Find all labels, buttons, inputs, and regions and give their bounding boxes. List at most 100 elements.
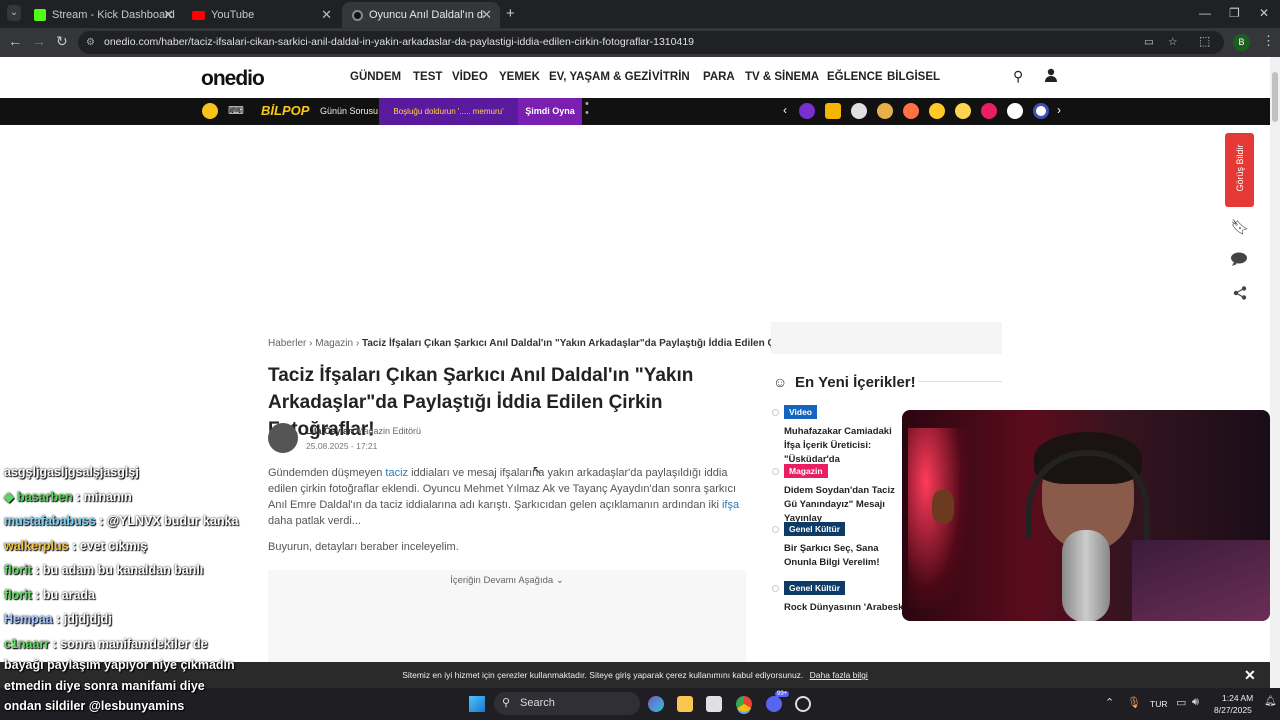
close-tab-icon[interactable]: ✕: [321, 7, 332, 23]
publish-date: 25.08.2025 - 17:21: [306, 441, 378, 451]
extensions-icon[interactable]: ⬚: [1199, 34, 1210, 48]
smiley-icon[interactable]: [202, 103, 218, 119]
file-explorer-icon[interactable]: [677, 696, 693, 712]
clock-date[interactable]: 8/27/2025: [1214, 705, 1252, 715]
profile-avatar[interactable]: B: [1233, 34, 1250, 51]
restore-icon[interactable]: ❐: [1229, 6, 1240, 20]
reload-icon[interactable]: ↻: [56, 33, 68, 50]
breadcrumb-haberler[interactable]: Haberler: [268, 338, 306, 349]
page-scrollbar[interactable]: [1270, 57, 1280, 688]
chevron-left-icon[interactable]: ‹: [783, 103, 787, 117]
user-icon[interactable]: [1045, 68, 1057, 82]
nav-video[interactable]: VİDEO: [452, 71, 488, 83]
forward-icon[interactable]: →: [32, 33, 46, 49]
nav-para[interactable]: PARA: [703, 71, 735, 83]
author-separator: -: [350, 426, 353, 436]
share-icon[interactable]: [1227, 283, 1253, 309]
ifsa-link[interactable]: ifşa: [722, 499, 739, 511]
tab-youtube[interactable]: YouTube ✕: [182, 2, 340, 28]
nav-tv-sinema[interactable]: TV & SİNEMA: [745, 71, 819, 83]
tab-onedio-article[interactable]: Oyuncu Anıl Daldal'ın da Adı Ta ✕: [342, 2, 500, 28]
blanket: [1132, 540, 1270, 621]
sidebar-item-title[interactable]: Didem Soydan'dan Taciz Gü Yanındayız" Me…: [784, 484, 904, 526]
badge-genel-kultur[interactable]: Genel Kültür: [784, 581, 846, 595]
microsoft-store-icon[interactable]: [706, 696, 722, 712]
close-tab-icon[interactable]: ✕: [163, 7, 174, 23]
close-cookie-icon[interactable]: ✕: [1244, 662, 1256, 688]
nav-bilgisel[interactable]: BİLGİSEL: [887, 71, 940, 83]
blank-prompt[interactable]: Boşluğu doldurun '..... memuru': [379, 98, 518, 125]
continue-label[interactable]: İçeriğin Devamı Aşağıda: [450, 575, 553, 586]
sidebar-ad-slot: [771, 322, 1002, 354]
badge-genel-kultur[interactable]: Genel Kültür: [784, 522, 846, 536]
site-info-icon[interactable]: ⚙: [86, 31, 95, 54]
new-tab-icon[interactable]: +: [506, 5, 515, 22]
nav-test[interactable]: TEST: [413, 71, 442, 83]
chevron-down-icon: ⌄: [555, 575, 564, 586]
author-avatar[interactable]: [268, 423, 298, 453]
install-app-icon[interactable]: ▭: [1144, 31, 1154, 54]
close-tab-icon[interactable]: ✕: [481, 7, 492, 23]
nav-ev-yasam-gezi[interactable]: EV, YAŞAM & GEZİ: [549, 71, 651, 83]
nav-eglence[interactable]: EĞLENCE: [827, 71, 883, 83]
laughing-face-icon[interactable]: [955, 103, 971, 119]
chevron-right-icon[interactable]: ›: [1057, 103, 1061, 117]
windows-start-icon[interactable]: [469, 696, 485, 712]
notifications-icon[interactable]: 🔔︎: [1264, 696, 1277, 707]
sidebar-item-title[interactable]: Muhafazakar Camiadaki İfşa İçerik Üretic…: [784, 425, 904, 467]
game-icon-5[interactable]: [981, 103, 997, 119]
comments-icon[interactable]: [1227, 249, 1253, 275]
onedio-logo[interactable]: onedio: [201, 67, 265, 91]
nav-vitrin[interactable]: VİTRİN: [652, 71, 690, 83]
cookie-more-link[interactable]: Daha fazla bilgi: [810, 670, 868, 680]
breadcrumb-magazin[interactable]: Magazin: [315, 338, 353, 349]
bookmark-star-icon[interactable]: ☆: [1168, 31, 1177, 54]
taciz-link[interactable]: taciz: [385, 467, 408, 479]
input-language[interactable]: TUR: [1150, 699, 1167, 709]
copilot-icon[interactable]: [648, 696, 664, 712]
scrollbar-thumb[interactable]: [1272, 72, 1278, 122]
back-icon[interactable]: ←: [8, 33, 22, 49]
game-icon-6[interactable]: [1007, 103, 1023, 119]
game-icon-2[interactable]: [825, 103, 841, 119]
game-icon-1[interactable]: [799, 103, 815, 119]
menu-kebab-icon[interactable]: ⋮: [1262, 33, 1275, 49]
game-icon-7[interactable]: [1033, 103, 1049, 119]
microphone-icon[interactable]: 🎙︎: [1127, 696, 1141, 709]
chrome-icon[interactable]: [736, 696, 752, 712]
intro-text: daha patlak verdi...: [268, 515, 361, 527]
bookmark-icon[interactable]: 🔖︎: [1227, 215, 1253, 241]
address-bar[interactable]: ⚙ onedio.com/haber/taciz-ifsalari-cikan-…: [78, 31, 1224, 54]
author-name[interactable]: Lila Ceylan: [306, 426, 354, 436]
clock-time[interactable]: 1:24 AM: [1222, 693, 1253, 703]
article-outro: Buyurun, detayları beraber inceleyelim.: [268, 541, 459, 553]
taskbar-search[interactable]: ⚲ Search: [494, 692, 640, 715]
game-controller-icon[interactable]: ⌨: [228, 104, 244, 117]
search-icon[interactable]: ⚲: [1013, 68, 1023, 85]
game-icon-4[interactable]: [877, 103, 893, 119]
tab-kick-dashboard[interactable]: Stream - Kick Dashboard ✕: [24, 2, 182, 28]
sidebar-item-title[interactable]: Bir Şarkıcı Seç, Sana Onunla Bilgi Verel…: [784, 542, 904, 570]
close-window-icon[interactable]: ✕: [1259, 6, 1269, 20]
chevron-up-icon[interactable]: ⌃: [1105, 696, 1114, 709]
bilpop-logo[interactable]: BİLPOP: [261, 103, 309, 118]
nav-yemek[interactable]: YEMEK: [499, 71, 540, 83]
badge-video[interactable]: Video: [784, 405, 817, 419]
timeline-dot: [772, 468, 779, 475]
badge-magazin[interactable]: Magazin: [784, 464, 828, 478]
nav-gundem[interactable]: GÜNDEM: [350, 71, 401, 83]
sidebar-item-title[interactable]: Rock Dünyasının 'Arabesk'i: [784, 601, 902, 615]
volume-icon[interactable]: 🔊︎: [1192, 696, 1199, 709]
game-icon-3[interactable]: [851, 103, 867, 119]
more-icon[interactable]: • •: [585, 99, 589, 119]
app-icon[interactable]: [795, 696, 811, 712]
discord-icon[interactable]: [766, 696, 782, 712]
heart-eyes-icon[interactable]: [903, 103, 919, 119]
network-icon[interactable]: ▭: [1176, 696, 1186, 709]
tab-list-chevron-icon[interactable]: ⌄: [7, 5, 21, 21]
chat-message: : bu arada: [35, 588, 96, 602]
sad-face-icon[interactable]: [929, 103, 945, 119]
minimize-icon[interactable]: —: [1199, 6, 1211, 20]
feedback-button[interactable]: Görüş Bildir: [1225, 133, 1254, 207]
play-now-button[interactable]: Şimdi Oyna: [518, 98, 582, 125]
